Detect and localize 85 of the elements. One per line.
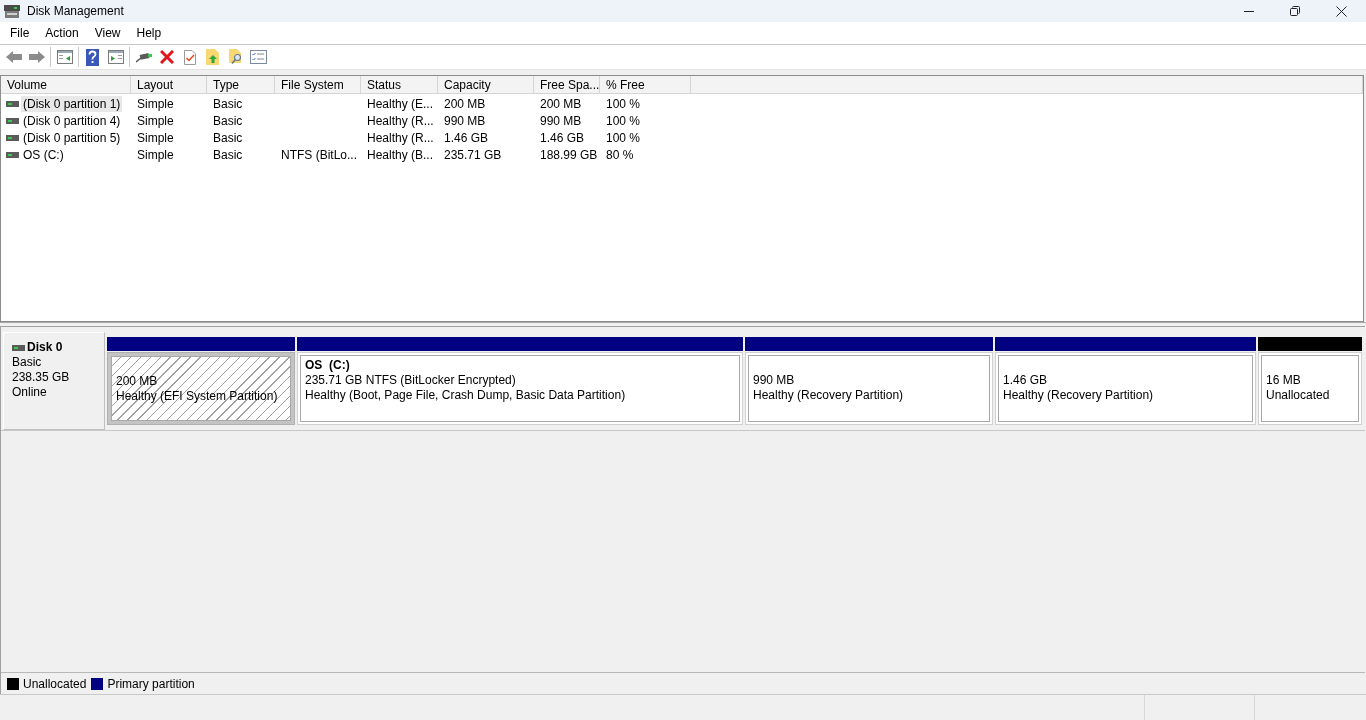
- drive-icon: [6, 117, 19, 124]
- disk-status: Online: [12, 385, 47, 400]
- table-cell: 100 %: [606, 113, 641, 128]
- drive-icon: [6, 134, 19, 141]
- column-header[interactable]: % Free: [600, 76, 691, 93]
- table-cell: Simple: [137, 147, 174, 162]
- table-cell: 100 %: [606, 96, 641, 111]
- partition-block[interactable]: 200 MB Healthy (EFI System Partition): [107, 352, 295, 425]
- table-cell: Basic: [213, 113, 243, 128]
- column-header[interactable]: Type: [207, 76, 275, 93]
- table-cell[interactable]: (Disk 0 partition 4): [21, 112, 123, 129]
- checklist-icon: [250, 50, 267, 64]
- table-cell: 200 MB: [444, 96, 486, 111]
- help-icon: [86, 48, 99, 66]
- disk-type: Basic: [12, 355, 42, 370]
- menu-item[interactable]: View: [87, 23, 128, 43]
- partition-status: Healthy (Recovery Partition): [1003, 388, 1154, 403]
- partition-size: 990 MB: [753, 373, 795, 388]
- folder-search-icon: [228, 49, 243, 65]
- column-header[interactable]: Free Spa...: [534, 76, 600, 93]
- table-cell: Healthy (B...: [367, 147, 434, 162]
- menu-item[interactable]: File: [3, 23, 37, 43]
- column-header[interactable]: Volume: [1, 76, 131, 93]
- table-cell: 188.99 GB: [540, 147, 598, 162]
- partition-status: Healthy (Recovery Partition): [753, 388, 904, 403]
- table-cell: Basic: [213, 96, 243, 111]
- pane-icon: [107, 50, 124, 64]
- table-cell: Simple: [137, 96, 174, 111]
- table-cell: 1.46 GB: [540, 130, 585, 145]
- close-icon: [1335, 5, 1347, 17]
- disk-label[interactable]: Disk 0 Basic 238.35 GB Online: [3, 332, 105, 430]
- drive-icon: [12, 344, 25, 351]
- legend-label: Unallocated: [23, 675, 87, 693]
- partition-status: Healthy (Boot, Page File, Crash Dump, Basic Data Partition): [305, 388, 626, 403]
- drive-icon: [4, 4, 20, 18]
- partition-block[interactable]: 990 MB Healthy (Recovery Partition): [745, 352, 993, 425]
- menu-item[interactable]: Action: [38, 23, 86, 43]
- folder-up-arrow-icon: [206, 49, 219, 65]
- table-cell: 990 MB: [540, 113, 582, 128]
- table-cell[interactable]: OS (C:): [21, 146, 66, 163]
- drive-icon: [6, 100, 19, 107]
- table-cell: 1.46 GB: [444, 130, 489, 145]
- disk-name: Disk 0: [27, 340, 63, 355]
- column-header[interactable]: Layout: [131, 76, 207, 93]
- table-cell: Healthy (R...: [367, 113, 434, 128]
- partition-status: Unallocated: [1266, 388, 1330, 403]
- plug-icon: [135, 51, 152, 63]
- window-title: Disk Management: [27, 3, 124, 20]
- disk-size: 238.35 GB: [12, 370, 70, 385]
- table-cell: 80 %: [606, 147, 634, 162]
- partition-name: OS (C:): [305, 358, 350, 373]
- column-header[interactable]: Capacity: [438, 76, 534, 93]
- table-cell: 235.71 GB: [444, 147, 502, 162]
- column-header[interactable]: Status: [361, 76, 438, 93]
- document-check-icon: [183, 49, 196, 65]
- restore-icon: [1290, 6, 1300, 16]
- partition-size: 1.46 GB: [1003, 373, 1048, 388]
- table-cell: 990 MB: [444, 113, 486, 128]
- legend-label: Primary partition: [107, 675, 195, 693]
- table-cell: NTFS (BitLo...: [281, 147, 357, 162]
- partition-block[interactable]: 1.46 GB Healthy (Recovery Partition): [995, 352, 1256, 425]
- table-cell: Basic: [213, 130, 243, 145]
- table-cell[interactable]: (Disk 0 partition 1): [21, 95, 123, 112]
- table-cell: Simple: [137, 113, 174, 128]
- table-cell[interactable]: (Disk 0 partition 5): [21, 129, 123, 146]
- partition-block[interactable]: OS (C:) 235.71 GB NTFS (BitLocker Encrypted) Healthy (Boot, Page File, Crash Dump, Basic Data Partition): [297, 352, 743, 425]
- table-cell: Healthy (E...: [367, 96, 434, 111]
- drive-icon: [6, 151, 19, 158]
- column-header[interactable]: File System: [275, 76, 361, 93]
- menu-item[interactable]: Help: [129, 23, 169, 43]
- table-cell: Basic: [213, 147, 243, 162]
- partition-size: 235.71 GB NTFS (BitLocker Encrypted): [305, 373, 516, 388]
- minimize-icon: [1244, 10, 1254, 12]
- table-cell: Simple: [137, 130, 174, 145]
- partition-size: 200 MB: [116, 374, 158, 389]
- partition-size: 16 MB: [1266, 373, 1301, 388]
- arrow-right-icon: [28, 51, 45, 63]
- table-cell: 200 MB: [540, 96, 582, 111]
- partition-block[interactable]: 16 MB Unallocated: [1258, 352, 1362, 425]
- delete-icon: [159, 50, 174, 64]
- pane-icon: [56, 50, 73, 64]
- table-cell: Healthy (R...: [367, 130, 434, 145]
- table-cell: 100 %: [606, 130, 641, 145]
- partition-status: Healthy (EFI System Partition): [116, 389, 278, 404]
- arrow-left-icon: [5, 51, 22, 63]
